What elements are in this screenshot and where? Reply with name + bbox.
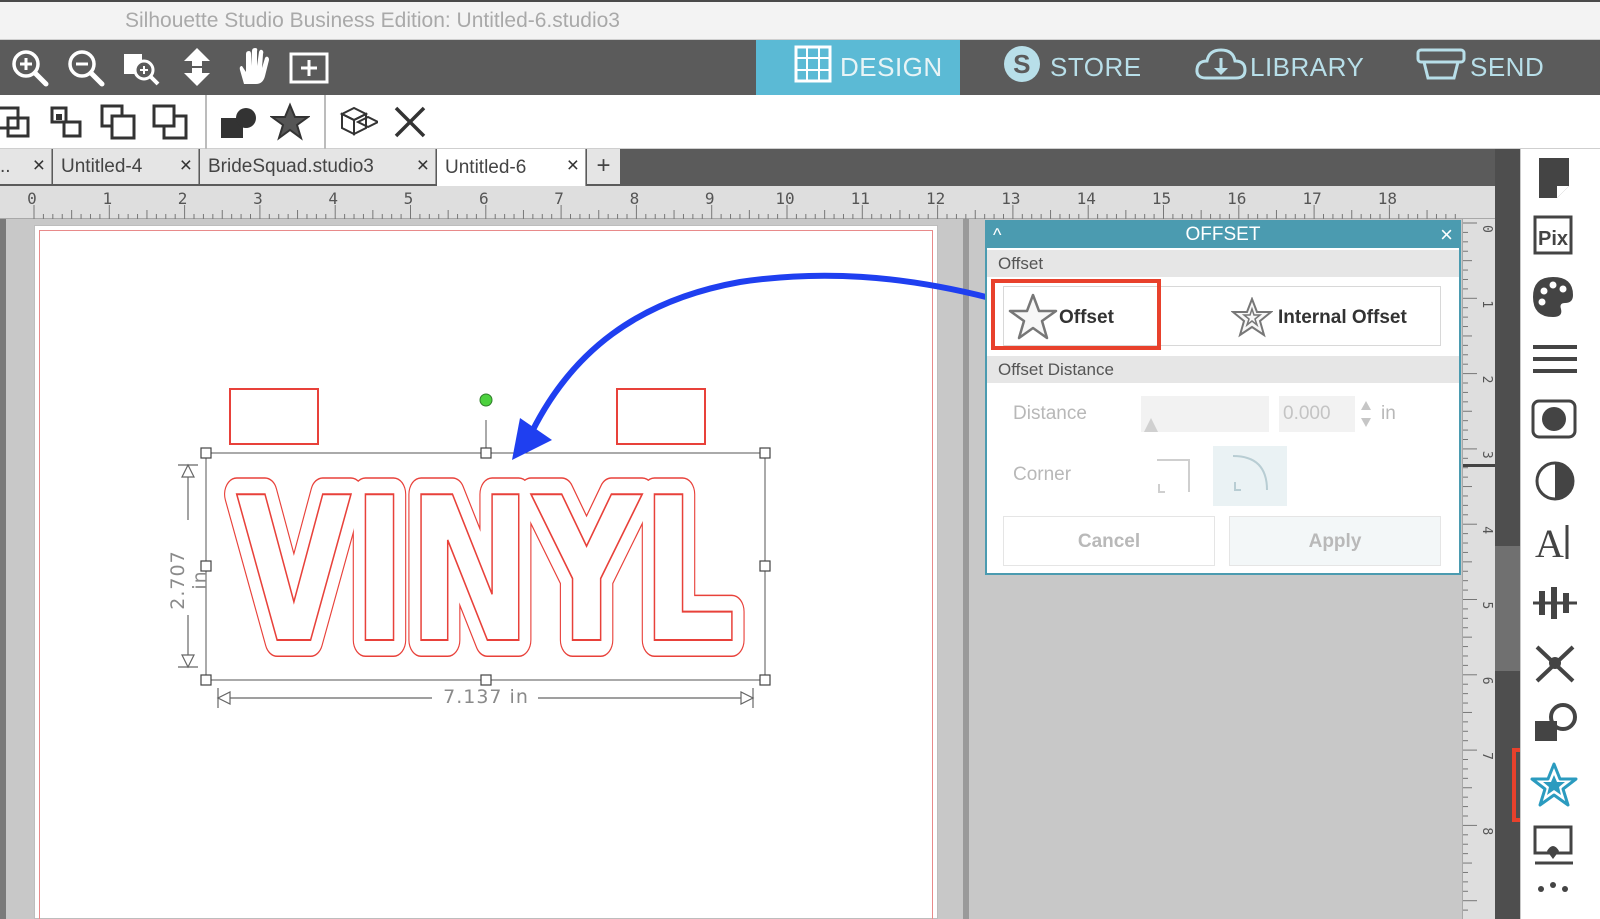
internal-offset-option[interactable]: Internal Offset	[1278, 307, 1407, 329]
corner-label: Corner	[1013, 464, 1072, 485]
contrast-icon[interactable]	[1529, 457, 1579, 505]
distance-unit: in	[1381, 403, 1396, 424]
round-corner-button[interactable]	[1213, 446, 1287, 506]
height-dimension-label: 2.707 in	[167, 550, 211, 610]
internal-offset-star-icon	[1230, 296, 1274, 344]
pointer-arrow	[525, 272, 991, 442]
rotate-handle[interactable]	[479, 393, 493, 407]
pixscan-icon[interactable]: Pix	[1529, 211, 1579, 259]
distance-slider[interactable]	[1141, 396, 1269, 432]
page-setup-icon[interactable]	[1529, 154, 1579, 202]
sharp-corner-button[interactable]	[1151, 452, 1209, 508]
collapse-icon[interactable]: ^	[993, 222, 1001, 248]
align-icon[interactable]	[1529, 579, 1579, 627]
svg-text:Pix: Pix	[1538, 228, 1568, 250]
fill-pattern-icon[interactable]	[1529, 395, 1579, 443]
svg-text:A: A	[1535, 521, 1564, 565]
vinyl-text[interactable]: VINYL	[235, 454, 737, 689]
text-style-icon[interactable]: A	[1529, 517, 1579, 566]
cancel-button[interactable]: Cancel	[1003, 516, 1215, 566]
offset-panel: ^ OFFSET × Offset Offset Internal Offset…	[985, 220, 1461, 575]
slider-handle-icon[interactable]	[1141, 414, 1161, 434]
apply-button[interactable]: Apply	[1229, 516, 1441, 566]
distance-label: Distance	[1013, 403, 1087, 424]
distance-stepper[interactable]	[1359, 396, 1373, 432]
offset-panel-header: ^ OFFSET ×	[987, 222, 1459, 248]
more-tools-icon[interactable]	[1529, 877, 1579, 919]
offset-panel-title: OFFSET	[1185, 224, 1261, 245]
right-panel-toolbar: Pix A	[1520, 149, 1600, 919]
replicate-icon[interactable]	[1529, 639, 1579, 687]
palette-icon[interactable]	[1529, 273, 1579, 321]
rectangle-shape[interactable]	[616, 388, 706, 445]
height-label-wrap: 2.707 in	[167, 530, 211, 610]
section-offset-distance: Offset Distance	[987, 356, 1459, 383]
trace-icon[interactable]	[1529, 821, 1579, 869]
width-dimension-label: 7.137 in	[443, 686, 529, 708]
section-offset: Offset	[987, 250, 1459, 277]
offset-highlight-box	[991, 279, 1161, 350]
modify-icon[interactable]	[1529, 699, 1579, 747]
line-style-icon[interactable]	[1529, 335, 1579, 383]
distance-input[interactable]: 0.000	[1279, 396, 1355, 432]
arrow-head	[512, 418, 552, 460]
offset-tool-icon[interactable]	[1529, 761, 1579, 809]
close-icon[interactable]: ×	[1440, 222, 1453, 248]
rectangle-shape[interactable]	[229, 388, 319, 445]
app-window: Silhouette Studio Business Edition: Unti…	[0, 0, 1600, 919]
